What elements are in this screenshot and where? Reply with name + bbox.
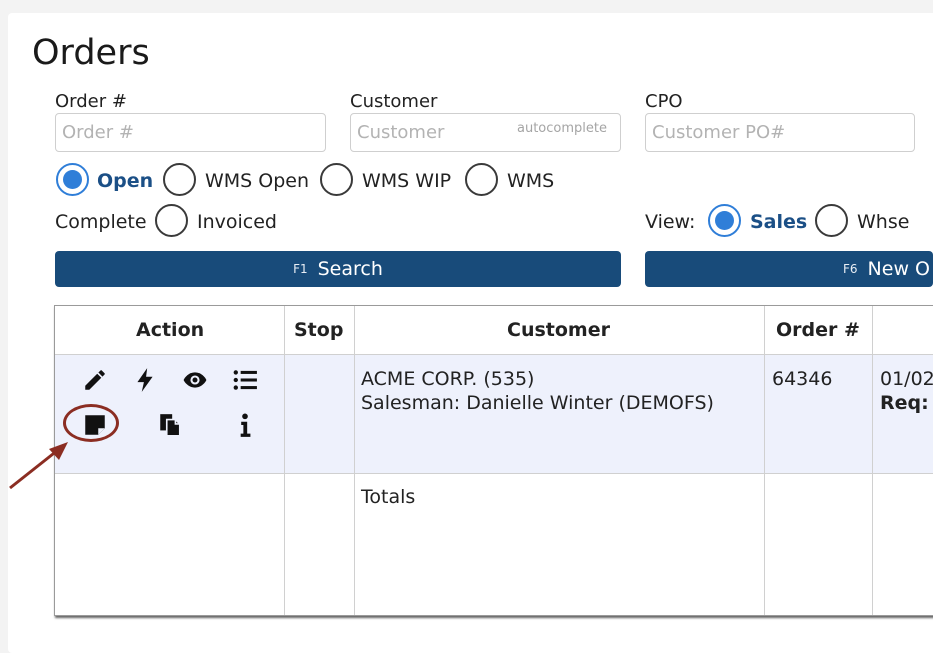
view-sales-radio[interactable] — [708, 204, 741, 237]
status-wms-open-label[interactable]: WMS Open — [205, 169, 309, 193]
status-open-label[interactable]: Open — [97, 169, 153, 193]
column-divider — [872, 306, 873, 615]
status-open-radio[interactable] — [56, 163, 89, 196]
status-complete-label[interactable]: Complete — [55, 210, 147, 234]
view-whse-radio[interactable] — [815, 204, 848, 237]
customer-name: ACME CORP. (535) — [361, 368, 535, 390]
status-wms-wip-radio[interactable] — [320, 163, 353, 196]
status-wms-label[interactable]: WMS — [507, 169, 554, 193]
customer-label: Customer — [350, 91, 438, 112]
new-order-button[interactable]: F6 New O — [645, 251, 933, 287]
info-icon[interactable] — [232, 412, 258, 438]
order-number-label: Order # — [55, 91, 127, 112]
status-wms-radio[interactable] — [465, 163, 498, 196]
status-wms-open-radio[interactable] — [163, 163, 196, 196]
autocomplete-hint: autocomplete — [517, 121, 607, 136]
row-divider — [55, 473, 933, 474]
view-whse-label[interactable]: Whse — [857, 210, 909, 234]
order-date-cell: 01/02 — [880, 368, 933, 390]
header-order-number[interactable]: Order # — [776, 318, 860, 342]
search-shortcut-key: F1 — [293, 262, 308, 276]
pointer-arrow — [9, 442, 68, 490]
copy-icon[interactable] — [157, 412, 183, 438]
cpo-label: CPO — [645, 91, 683, 112]
status-wms-wip-label[interactable]: WMS WIP — [362, 169, 451, 193]
search-button[interactable]: F1 Search — [55, 251, 621, 287]
salesman-info: Salesman: Danielle Winter (DEMOFS) — [361, 392, 714, 414]
orders-table: Action Stop Customer Order # ACME CORP. … — [54, 305, 933, 616]
search-button-label: Search — [317, 258, 383, 280]
new-order-shortcut-key: F6 — [843, 262, 858, 276]
req-label: Req: — [880, 392, 929, 414]
pencil-icon[interactable] — [82, 367, 108, 393]
status-invoiced-radio[interactable] — [155, 204, 188, 237]
order-number-cell[interactable]: 64346 — [772, 367, 832, 391]
new-order-button-label: New O — [867, 258, 930, 280]
column-divider — [354, 306, 355, 615]
header-stop[interactable]: Stop — [294, 318, 343, 342]
cpo-input[interactable] — [645, 113, 915, 152]
list-icon[interactable] — [232, 367, 258, 393]
page-title: Orders — [32, 33, 150, 73]
header-divider — [55, 354, 933, 355]
order-number-input[interactable] — [55, 113, 326, 152]
view-sales-label[interactable]: Sales — [750, 210, 807, 234]
header-customer[interactable]: Customer — [507, 318, 610, 342]
view-label: View: — [645, 211, 696, 233]
eye-icon[interactable] — [182, 367, 208, 393]
column-divider — [284, 306, 285, 615]
totals-label: Totals — [361, 486, 416, 508]
header-action[interactable]: Action — [136, 318, 204, 342]
status-invoiced-label[interactable]: Invoiced — [197, 210, 277, 234]
column-divider — [764, 306, 765, 615]
bolt-icon[interactable] — [132, 367, 158, 393]
